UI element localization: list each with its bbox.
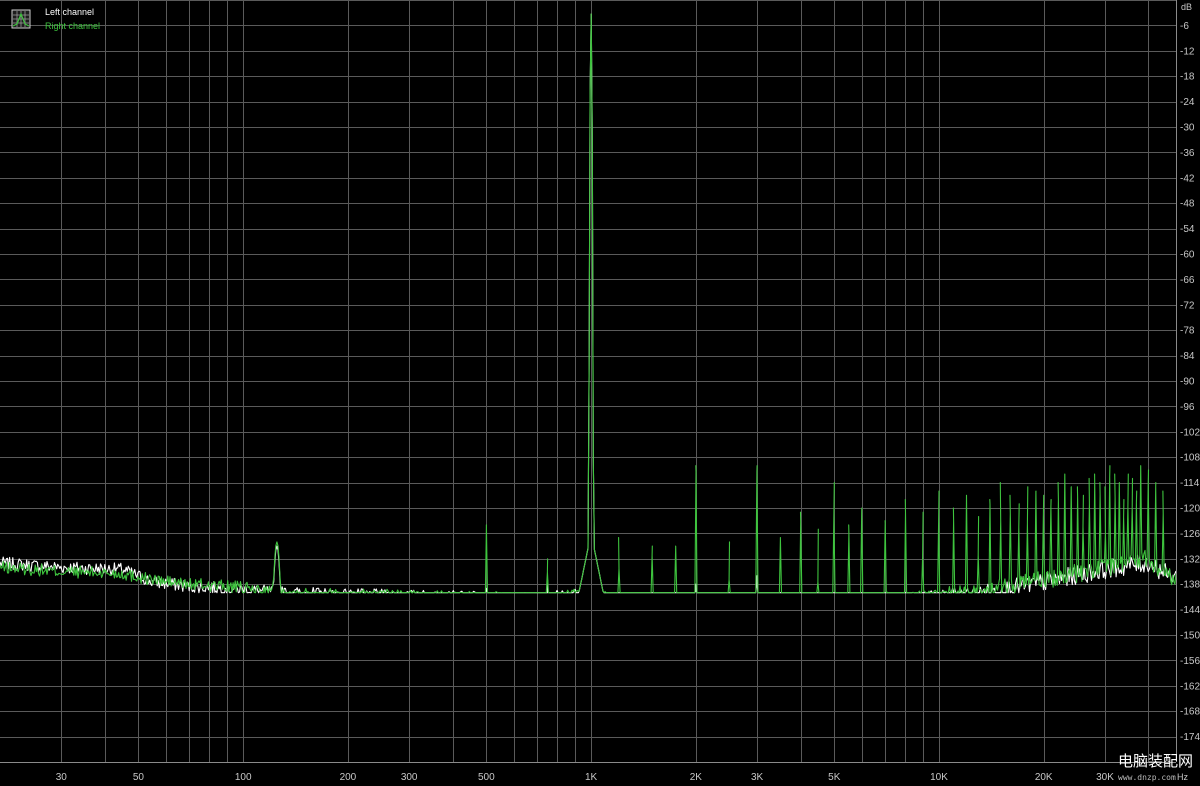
y-tick-label: -114 — [1180, 478, 1200, 489]
y-tick-label: -24 — [1180, 97, 1195, 108]
y-tick-label: -90 — [1180, 377, 1195, 388]
y-tick-label: -168 — [1180, 707, 1200, 718]
y-tick-label: -162 — [1180, 681, 1200, 692]
y-tick-label: -78 — [1180, 326, 1195, 337]
legend-item-right-channel: Right channel — [45, 21, 100, 31]
y-tick-label: -174 — [1180, 732, 1200, 743]
x-tick-label: 100 — [235, 772, 252, 783]
y-tick-label: -60 — [1180, 250, 1195, 261]
x-tick-label: 20K — [1035, 772, 1053, 783]
x-unit-label: Hz — [1177, 772, 1188, 782]
x-tick-label: 30 — [56, 772, 68, 783]
x-tick-label: 50 — [133, 772, 145, 783]
y-tick-label: -48 — [1180, 199, 1195, 210]
watermark-sub-text: www.dnzp.com — [1118, 773, 1176, 782]
y-tick-label: -150 — [1180, 631, 1200, 642]
y-tick-label: -12 — [1180, 46, 1195, 57]
y-tick-label: -6 — [1180, 21, 1189, 32]
x-tick-label: 10K — [930, 772, 948, 783]
y-tick-label: -138 — [1180, 580, 1200, 591]
x-tick-label: 300 — [401, 772, 418, 783]
x-tick-label: 200 — [340, 772, 357, 783]
y-tick-label: -120 — [1180, 504, 1200, 515]
y-tick-label: -54 — [1180, 224, 1195, 235]
y-tick-label: -66 — [1180, 275, 1195, 286]
y-tick-label: -42 — [1180, 173, 1195, 184]
y-tick-label: -144 — [1180, 605, 1200, 616]
x-tick-label: 30K — [1096, 772, 1114, 783]
y-tick-label: -108 — [1180, 453, 1200, 464]
y-tick-label: -126 — [1180, 529, 1200, 540]
y-tick-label: -96 — [1180, 402, 1195, 413]
y-tick-label: -72 — [1180, 300, 1195, 311]
plot-background — [0, 0, 1200, 786]
y-unit-label: dB — [1181, 2, 1192, 12]
watermark-main-text: 电脑装配网 — [1118, 752, 1193, 770]
x-tick-label: 3K — [751, 772, 764, 783]
y-tick-label: -102 — [1180, 427, 1200, 438]
x-tick-label: 500 — [478, 772, 495, 783]
spectrum-chart: -6 -12 -18 -24 -30 -36 -42 -48 -54 -60 -66 -72 -78 -8… — [0, 0, 1200, 786]
legend-icon — [11, 9, 31, 29]
x-tick-label: 1K — [585, 772, 598, 783]
y-tick-label: -156 — [1180, 656, 1200, 667]
x-tick-label: 5K — [828, 772, 841, 783]
y-tick-label: -84 — [1180, 351, 1195, 362]
y-tick-label: -132 — [1180, 554, 1200, 565]
y-tick-label: -18 — [1180, 72, 1195, 83]
y-tick-label: -30 — [1180, 123, 1195, 134]
x-tick-label: 2K — [690, 772, 703, 783]
legend-item-left-channel: Left channel — [45, 7, 94, 17]
y-tick-label: -36 — [1180, 148, 1195, 159]
